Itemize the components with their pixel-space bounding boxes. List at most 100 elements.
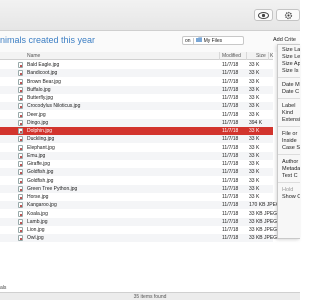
menu-item[interactable]: Author xyxy=(282,159,298,165)
menu-item[interactable]: Inside xyxy=(282,138,297,144)
file-modified: 11/7/18 xyxy=(222,70,239,77)
file-name: Elephant.jpg xyxy=(27,144,55,151)
file-name: Brown Bear.jpg xyxy=(27,78,61,85)
table-row[interactable]: Crocodylus Niloticus.jpg 11/7/18 33 K xyxy=(0,102,273,111)
file-modified: 11/7/18 xyxy=(222,218,239,225)
image-file-icon xyxy=(18,86,23,93)
file-size: 33 K xyxy=(249,128,260,134)
menu-item[interactable]: Date M xyxy=(282,82,300,88)
image-file-icon xyxy=(18,111,23,118)
table-row[interactable]: Deer.jpg 11/7/18 33 K xyxy=(0,111,273,119)
add-criteria-button[interactable]: Add Crite xyxy=(273,37,296,43)
file-modified: 11/7/18 xyxy=(222,152,239,159)
image-file-icon xyxy=(18,185,23,192)
table-row[interactable]: Lamb.jpg 11/7/18 33 KB JPEG i xyxy=(0,217,280,226)
column-size[interactable]: Size xyxy=(256,53,266,59)
scope-value: My Files xyxy=(203,37,223,44)
image-file-icon xyxy=(18,136,23,143)
file-size: 33 KB JPEG i xyxy=(249,227,280,233)
table-row[interactable]: Koala.jpg 11/7/18 33 KB JPEG i xyxy=(0,210,280,218)
column-kind[interactable]: K xyxy=(270,53,273,59)
column-divider[interactable] xyxy=(268,52,269,60)
file-size: 33 K xyxy=(249,95,260,101)
file-modified: 11/7/18 xyxy=(222,177,239,184)
attribute-menu: Size La Size Le Size Ap Size Is Date M Date C… xyxy=(277,44,300,239)
menu-item[interactable]: Size Ap xyxy=(282,61,300,67)
menu-item[interactable]: Case S xyxy=(282,145,300,151)
column-divider[interactable] xyxy=(219,52,220,60)
table-row[interactable]: Horse.jpg 11/7/18 33 K xyxy=(0,193,273,201)
table-row[interactable]: Dingo.jpg 11/7/18 394 K xyxy=(0,118,273,127)
scope-prefix: on xyxy=(185,37,191,44)
menu-item[interactable]: Metada xyxy=(282,166,300,172)
file-name: Butterfly.jpg xyxy=(27,95,54,101)
scope-selector[interactable]: on My Files xyxy=(182,36,244,45)
table-row[interactable]: Emu.jpg 11/7/18 33 K xyxy=(0,151,273,160)
file-modified: 11/7/18 xyxy=(222,144,239,151)
file-modified: 11/7/18 xyxy=(222,185,239,192)
file-modified: 11/7/18 xyxy=(222,128,239,134)
file-size: 170 KB JPEG i xyxy=(249,202,283,209)
menu-item[interactable]: Date C xyxy=(282,89,299,95)
file-size: 33 K xyxy=(249,152,260,159)
file-modified: 11/7/18 xyxy=(222,136,239,143)
menu-item[interactable]: File or xyxy=(282,131,297,137)
table-row[interactable]: Green Tree Python.jpg 11/7/18 33 K xyxy=(0,184,273,193)
file-size: 394 K xyxy=(249,119,263,126)
table-row[interactable]: Bandicoot.jpg 11/7/18 33 K xyxy=(0,69,273,78)
menu-item[interactable]: Size Le xyxy=(282,54,300,60)
menu-item[interactable]: Text C xyxy=(282,173,298,179)
table-row[interactable]: Butterfly.jpg 11/7/18 33 K xyxy=(0,94,273,102)
table-row[interactable]: Bald Eagle.jpg 11/7/18 33 K xyxy=(0,61,273,69)
table-row[interactable]: Goldfish.jpg 11/7/18 33 K xyxy=(0,168,273,177)
image-file-icon xyxy=(18,70,23,77)
file-size: 33 K xyxy=(249,161,260,167)
image-file-icon xyxy=(18,95,23,101)
image-file-icon xyxy=(18,161,23,167)
file-modified: 11/7/18 xyxy=(222,95,239,101)
menu-item[interactable]: Kind xyxy=(282,110,293,116)
menu-item[interactable]: Size La xyxy=(282,47,300,53)
file-name: Emu.jpg xyxy=(27,152,46,159)
menu-item: Hold xyxy=(282,187,294,193)
table-row[interactable]: Dolphin.jpg 11/7/18 33 K xyxy=(0,127,273,135)
table-row[interactable]: Elephant.jpg 11/7/18 33 K xyxy=(0,144,273,152)
results-table: Name Modified Size K Bald Eagle.jpg 11/7/… xyxy=(0,52,283,292)
table-row[interactable]: Owl.jpg 11/7/18 33 KB JPEG i xyxy=(0,234,280,243)
file-size: 33 K xyxy=(249,103,260,110)
file-name: Goldfish.jpg xyxy=(27,169,54,176)
column-divider[interactable] xyxy=(246,52,247,60)
menu-divider xyxy=(278,98,300,99)
table-row[interactable]: Lion.jpg 11/7/18 33 KB JPEG i xyxy=(0,226,280,234)
column-name[interactable]: Name xyxy=(27,53,40,59)
column-modified[interactable]: Modified xyxy=(222,53,241,59)
file-modified: 11/7/18 xyxy=(222,227,239,233)
image-file-icon xyxy=(18,128,23,134)
image-file-icon xyxy=(18,194,23,200)
menu-divider xyxy=(278,77,300,78)
quick-look-button[interactable] xyxy=(254,9,273,21)
image-file-icon xyxy=(18,235,23,242)
table-row[interactable]: Duckling.jpg 11/7/18 33 K xyxy=(0,135,273,144)
file-modified: 11/7/18 xyxy=(222,86,239,93)
file-size: 33 K xyxy=(249,169,260,176)
file-name: Duckling.jpg xyxy=(27,136,55,143)
action-button[interactable] xyxy=(276,9,300,21)
table-row[interactable]: Kangaroo.jpg 11/7/18 170 KB JPEG i xyxy=(0,201,283,210)
table-row[interactable]: Giraffe.jpg 11/7/18 33 K xyxy=(0,160,273,168)
image-file-icon xyxy=(18,210,23,217)
file-name: Deer.jpg xyxy=(27,111,46,118)
file-modified: 11/7/18 xyxy=(222,161,239,167)
table-row[interactable]: Brown Bear.jpg 11/7/18 33 K xyxy=(0,78,273,86)
file-name: Bald Eagle.jpg xyxy=(27,62,60,68)
file-modified: 11/7/18 xyxy=(222,169,239,176)
menu-item[interactable]: Extensi xyxy=(282,117,300,123)
menu-item[interactable]: Show C xyxy=(282,194,300,200)
image-file-icon xyxy=(18,62,23,68)
file-name: Bandicoot.jpg xyxy=(27,70,58,77)
menu-item[interactable]: Label xyxy=(282,103,295,109)
table-row[interactable]: Buffalo.jpg 11/7/18 33 K xyxy=(0,85,273,94)
file-name: Kangaroo.jpg xyxy=(27,202,57,209)
menu-item[interactable]: Size Is xyxy=(282,68,299,74)
table-row[interactable]: Goldfish.jpg 11/7/18 33 K xyxy=(0,177,273,185)
